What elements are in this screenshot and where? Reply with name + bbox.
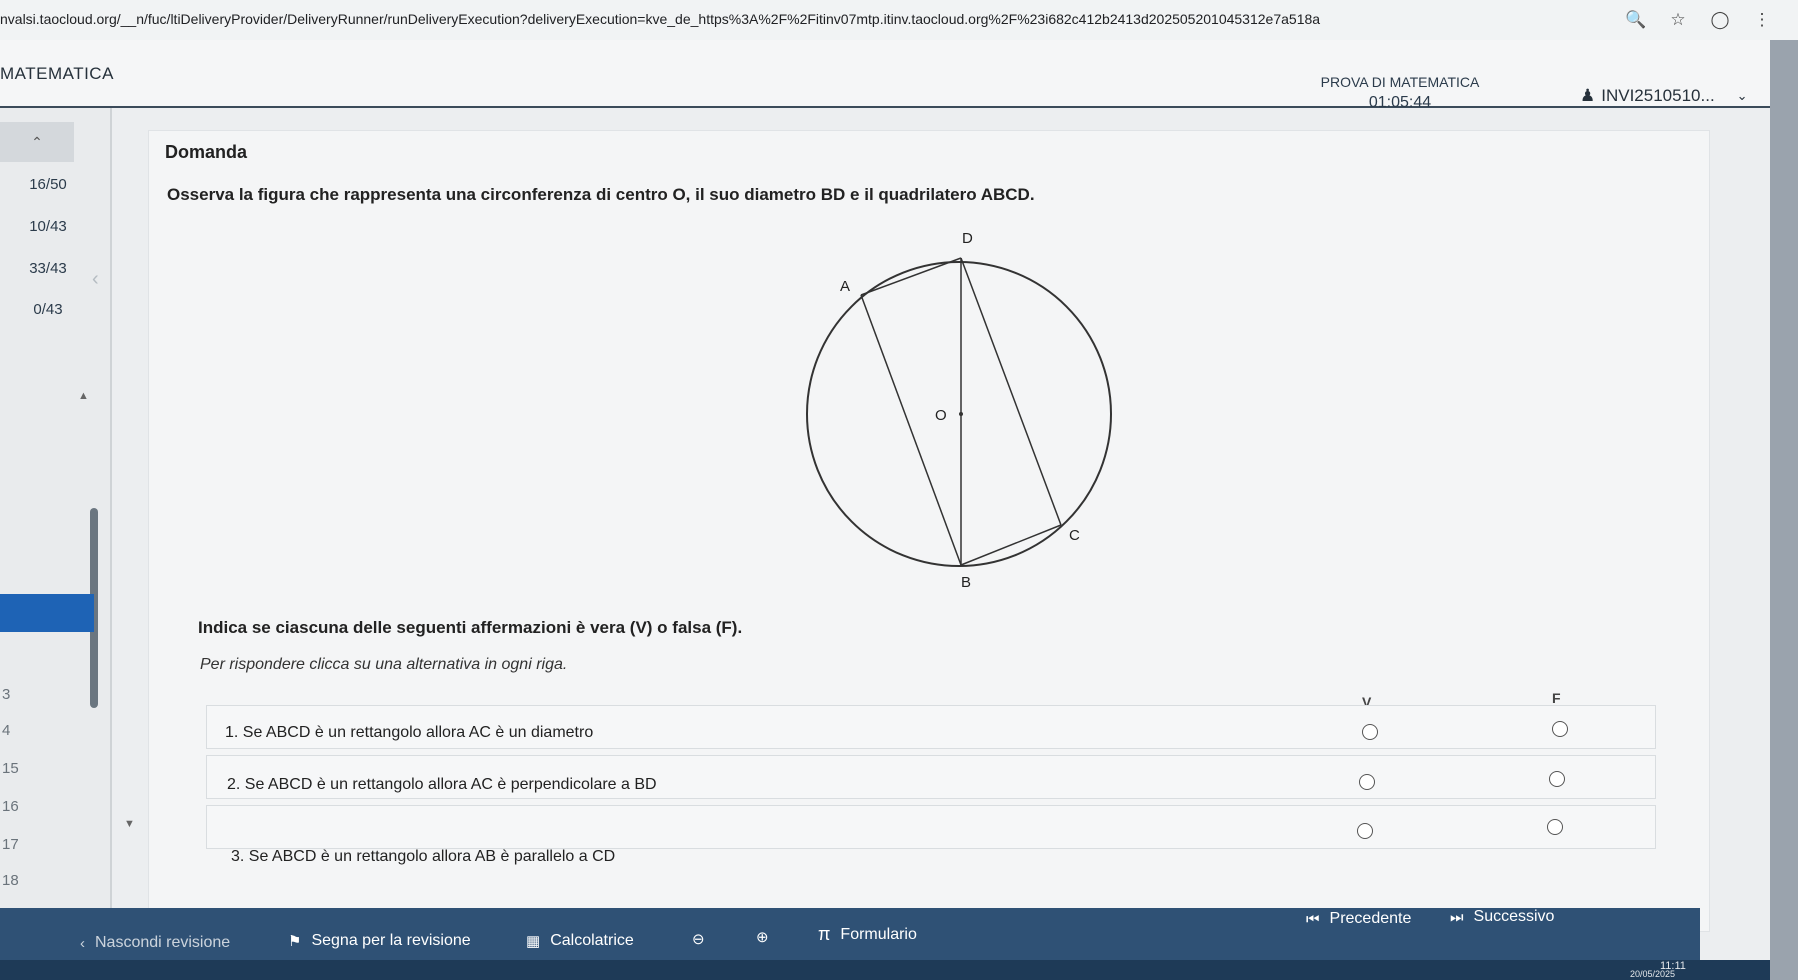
formulary-label: Formulario [840,925,917,943]
section-score[interactable]: 33/43 [0,260,96,277]
sidebar-item-current[interactable] [0,594,94,632]
section-score[interactable]: 16/50 [0,176,96,193]
zoom-out-button[interactable]: ⊖ [692,930,705,948]
instruction-text: Indica se ciascuna delle seguenti afferm… [198,618,743,637]
chevron-up-icon[interactable]: ⌃ [0,122,74,162]
url-text[interactable]: nvalsi.taocloud.org/__n/fuc/ltiDeliveryP… [0,11,1600,27]
radio-v-1[interactable] [1362,724,1378,740]
menu-icon[interactable]: ⋮ [1750,8,1774,32]
center-point [959,412,963,416]
zoom-out-icon: ⊖ [692,931,705,948]
pi-icon: π [818,924,831,944]
scroll-down-icon[interactable]: ▼ [124,818,135,830]
label-d: D [962,230,973,247]
segment-bc [960,524,1062,566]
chevron-left-icon[interactable]: ‹ [92,268,99,291]
zoom-in-icon: ⊕ [756,929,769,946]
zoom-in-button[interactable]: ⊕ [756,928,769,946]
next-button[interactable]: ⏭ Successivo [1450,908,1554,926]
formulary-button[interactable]: π Formulario [818,924,917,945]
star-icon[interactable]: ☆ [1666,8,1690,32]
label-b: B [961,574,971,591]
calculator-label: Calcolatrice [550,932,634,949]
screen-edge [1770,40,1798,980]
mark-review-label: Segna per la revisione [311,932,471,949]
calculator-icon: ▦ [526,933,541,950]
statement-text: 1. Se ABCD è un rettangolo allora AC è u… [225,724,594,741]
question-heading: Domanda [165,142,248,162]
sidebar-item-number[interactable]: 4 [2,722,10,739]
mark-review-button[interactable]: ⚑ Segna per la revisione [288,932,471,950]
sidebar-item-number[interactable]: 18 [2,872,19,889]
statement-text: 2. Se ABCD è un rettangolo allora AC è p… [227,776,657,793]
hint-text: Per rispondere clicca su una alternativa… [200,656,568,673]
column-header-f: F [1552,690,1561,706]
radio-v-3[interactable] [1357,823,1373,839]
scroll-up-icon[interactable]: ▲ [78,390,89,402]
label-c: C [1069,527,1080,544]
profile-icon[interactable]: ◯ [1708,8,1732,32]
calculator-button[interactable]: ▦ Calcolatrice [526,932,634,950]
test-header: MATEMATICA PROVA DI MATEMATICA 01:05:44 … [0,40,1798,111]
segment-dc [960,257,1062,526]
segment-ab [860,294,962,566]
sidebar-item-number[interactable]: 17 [2,836,19,853]
section-score[interactable]: 10/43 [0,218,96,235]
statement-row-3: 3. Se ABCD è un rettangolo allora AB è p… [206,805,1656,865]
section-score[interactable]: 0/43 [0,301,96,318]
user-label: INVI2510510... [1601,86,1715,105]
question-text: Osserva la figura che rappresenta una ci… [167,185,1035,204]
chevron-down-icon: ⌄ [1736,88,1748,103]
chevron-left-icon: ‹ [80,934,85,952]
sidebar-item-number[interactable]: 15 [2,760,19,777]
review-sidebar: ⌃ 16/50 10/43 33/43 0/43 ▲ 3 4 15 16 17 … [0,108,112,960]
statement-row-1: 1. Se ABCD è un rettangolo allora AC è u… [206,705,1656,749]
previous-icon: ⏮ [1306,910,1320,928]
previous-button[interactable]: ⏮ Precedente [1306,910,1411,928]
zoom-icon[interactable]: 🔍 [1624,8,1648,32]
os-taskbar: 11:11 20/05/2025 [0,960,1798,980]
app-title: MATEMATICA [0,64,114,83]
taskbar-date: 20/05/2025 [1630,969,1676,979]
timer: 01:05:44 [1368,94,1432,111]
radio-f-2[interactable] [1549,771,1565,787]
bottom-toolbar: ‹ Nascondi revisione ⚑ Segna per la revi… [0,908,1700,960]
radio-v-2[interactable] [1359,774,1375,790]
radio-f-1[interactable] [1552,721,1568,737]
browser-bar: nvalsi.taocloud.org/__n/fuc/ltiDeliveryP… [0,0,1798,41]
statement-row-2: 2. Se ABCD è un rettangolo allora AC è p… [206,755,1656,799]
hide-review-label: Nascondi revisione [95,934,231,951]
user-menu[interactable]: ♟ INVI2510510... ⌄ [1580,86,1748,106]
sidebar-item-number[interactable]: 16 [2,798,19,815]
label-o: O [935,407,947,424]
radio-f-3[interactable] [1547,819,1563,835]
circle-figure: D A O C B [806,230,1112,591]
next-icon: ⏭ [1450,908,1464,926]
sidebar-item-number[interactable]: 3 [2,686,10,703]
statement-text: 3. Se ABCD è un rettangolo allora AB è p… [231,848,616,865]
hide-review-button[interactable]: ‹ Nascondi revisione [80,934,230,952]
next-label: Successivo [1473,908,1555,925]
test-name: PROVA DI MATEMATICA [1320,74,1480,90]
user-icon: ♟ [1580,86,1596,105]
flag-icon: ⚑ [288,933,302,950]
previous-label: Precedente [1329,910,1412,927]
label-a: A [840,278,850,295]
segment-ad [860,257,962,296]
